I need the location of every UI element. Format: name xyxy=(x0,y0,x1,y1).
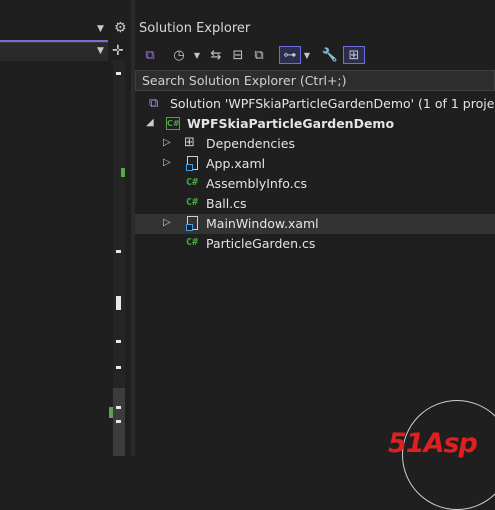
dropdown-icon[interactable]: ▼ xyxy=(192,46,202,64)
xaml-file-icon xyxy=(186,216,198,231)
solution-icon: ⧉ xyxy=(149,96,159,111)
scroll-marker xyxy=(116,296,121,310)
dependencies-icon: ⊞ xyxy=(184,135,195,150)
xaml-file-icon xyxy=(186,156,198,171)
item-label: App.xaml xyxy=(206,156,266,171)
collapsed-chevron-icon[interactable]: ▷ xyxy=(163,217,171,228)
tree-item-project[interactable]: ◢ C# WPFSkiaParticleGardenDemo xyxy=(135,114,495,134)
properties-wrench-icon[interactable]: 🔧 xyxy=(321,46,339,64)
tree-item[interactable]: ▷ ⊞ Dependencies xyxy=(135,134,495,154)
scroll-marker xyxy=(116,420,121,423)
scroll-marker xyxy=(116,406,121,409)
editor-pane xyxy=(0,0,131,456)
project-label: WPFSkiaParticleGardenDemo xyxy=(187,116,395,131)
tree-item-solution[interactable]: ⧉ Solution 'WPFSkiaParticleGardenDemo' (… xyxy=(135,94,495,114)
history-icon[interactable]: ◷ xyxy=(170,46,188,64)
item-label: ParticleGarden.cs xyxy=(206,236,316,251)
vs-switch-views-icon[interactable]: ⧉ xyxy=(141,46,159,64)
preview-selected-icon[interactable]: ⊞ xyxy=(343,46,365,64)
watermark-logo: 51Asp xyxy=(388,428,478,459)
expanded-chevron-icon[interactable]: ◢ xyxy=(146,117,154,128)
dropdown-icon[interactable]: ▼ xyxy=(302,46,312,64)
dropdown-arrow-icon[interactable]: ▼ xyxy=(97,24,104,34)
item-label: Ball.cs xyxy=(206,196,247,211)
tree-item[interactable]: C# ParticleGarden.cs xyxy=(135,234,495,254)
filter-pending-icon[interactable]: ⊶ xyxy=(279,46,301,64)
item-label: AssemblyInfo.cs xyxy=(206,176,308,191)
solution-label: Solution 'WPFSkiaParticleGardenDemo' (1 … xyxy=(170,96,495,111)
tree-item-selected[interactable]: ▷ MainWindow.xaml xyxy=(135,214,495,234)
search-placeholder: Search Solution Explorer (Ctrl+;) xyxy=(142,73,347,88)
csharp-file-icon: C# xyxy=(186,177,199,188)
csharp-file-icon: C# xyxy=(186,237,199,248)
navigation-bar-dropdown[interactable] xyxy=(0,42,108,61)
collapsed-chevron-icon[interactable]: ▷ xyxy=(163,137,171,148)
tree-item[interactable]: C# AssemblyInfo.cs xyxy=(135,174,495,194)
sync-icon[interactable]: ⇆ xyxy=(207,46,225,64)
scroll-marker xyxy=(116,340,121,343)
change-marker xyxy=(109,407,113,418)
scroll-marker xyxy=(116,366,121,369)
panel-title: Solution Explorer xyxy=(139,21,251,36)
tree-item[interactable]: ▷ App.xaml xyxy=(135,154,495,174)
gear-icon[interactable]: ⚙ xyxy=(114,20,127,36)
csharp-file-icon: C# xyxy=(186,197,199,208)
change-marker xyxy=(121,168,125,177)
item-label: Dependencies xyxy=(206,136,295,151)
split-window-icon[interactable]: ✛ xyxy=(112,43,124,59)
show-all-files-icon[interactable]: ⧉ xyxy=(250,46,268,64)
collapse-all-icon[interactable]: ⊟ xyxy=(229,46,247,64)
tree-item[interactable]: C# Ball.cs xyxy=(135,194,495,214)
navbar-dropdown-arrow-icon[interactable]: ▼ xyxy=(97,46,104,56)
collapsed-chevron-icon[interactable]: ▷ xyxy=(163,157,171,168)
csharp-project-icon: C# xyxy=(166,117,180,130)
item-label: MainWindow.xaml xyxy=(206,216,319,231)
scroll-marker xyxy=(116,72,121,75)
scroll-marker xyxy=(116,250,121,253)
